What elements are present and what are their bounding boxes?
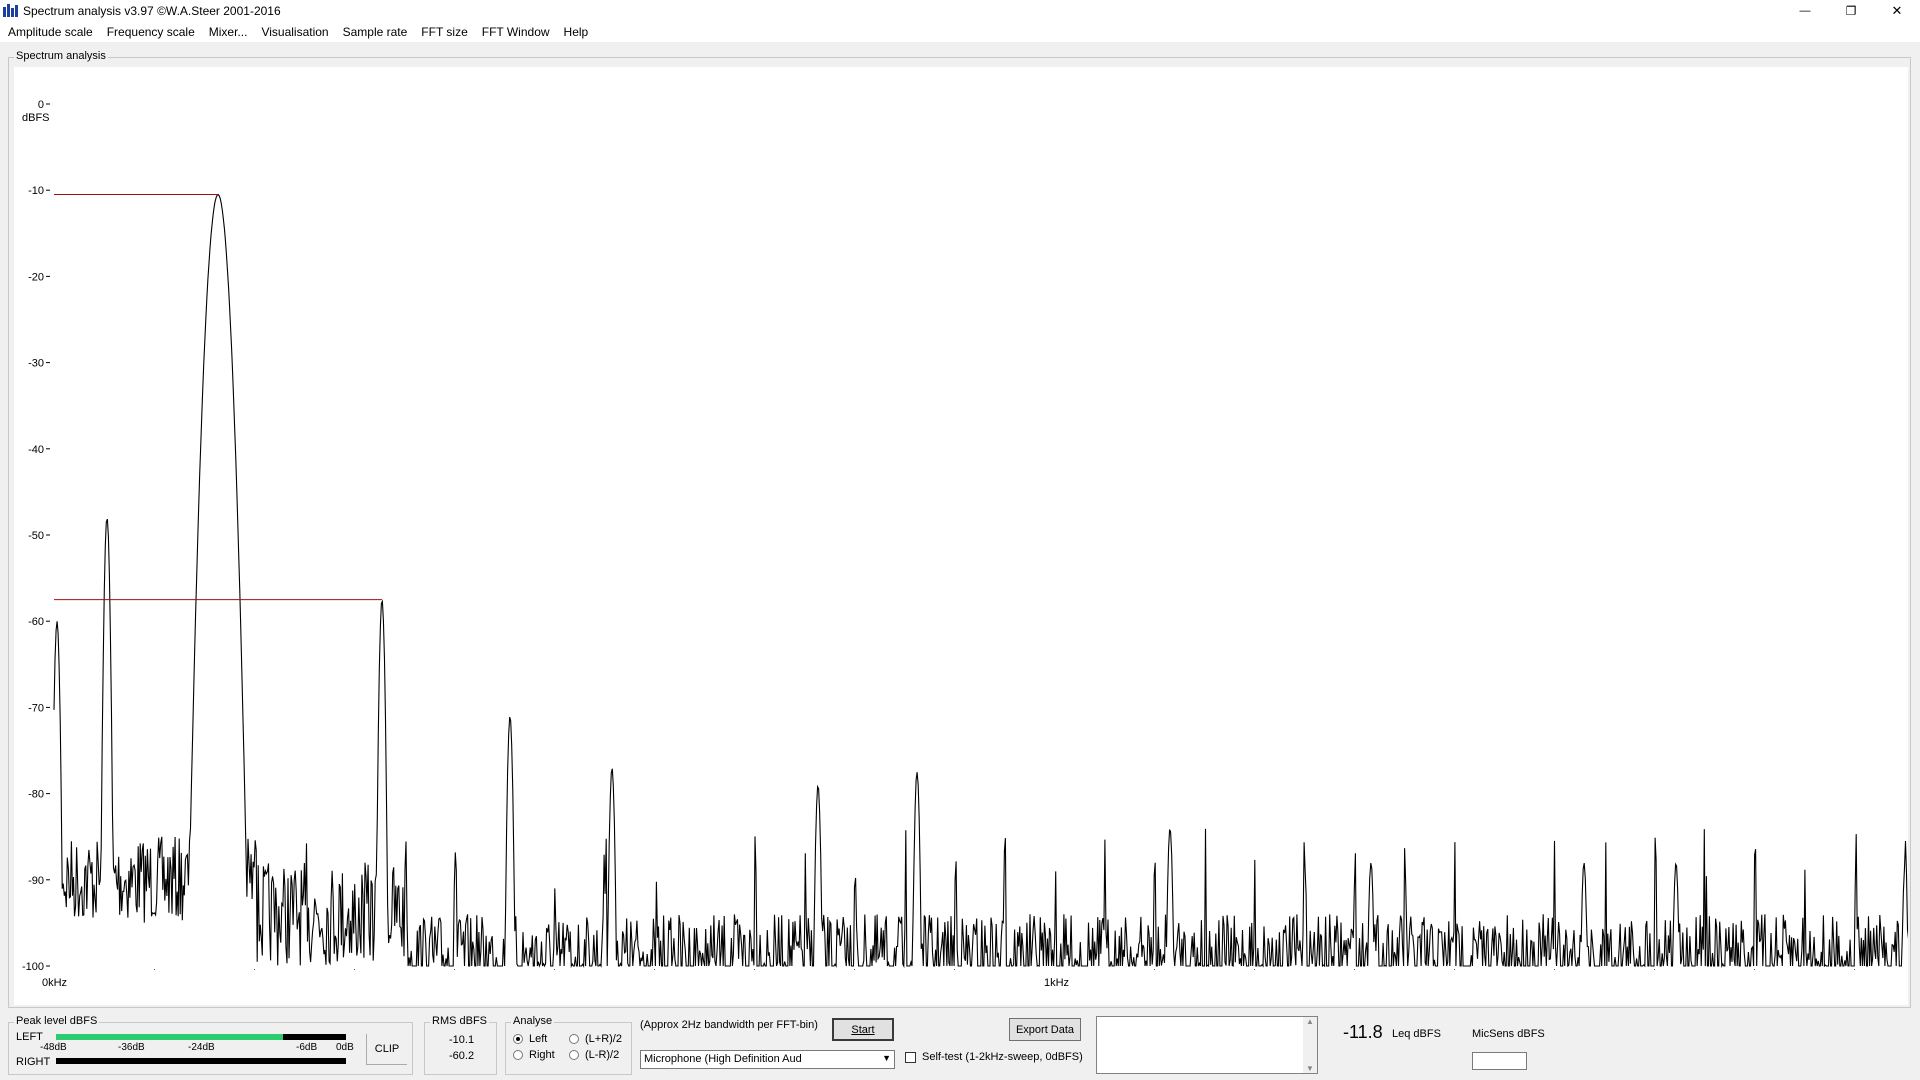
export-data-button[interactable]: Export Data (1009, 1018, 1081, 1041)
y-tick-label: -90 (28, 875, 44, 887)
left-channel-label: LEFT (16, 1031, 43, 1043)
menu-sample-rate[interactable]: Sample rate (336, 22, 415, 42)
menu-amplitude-scale[interactable]: Amplitude scale (1, 22, 100, 42)
rms-group: RMS dBFS (424, 1015, 497, 1075)
scale-36db: -36dB (118, 1042, 145, 1053)
radio-diff-label: (L-R)/2 (585, 1049, 620, 1061)
input-device-select[interactable]: Microphone (High Definition Aud ▼ (640, 1050, 895, 1069)
x-tick-mark (254, 969, 255, 970)
self-test-checkbox[interactable] (905, 1052, 916, 1063)
x-tick-mark (954, 969, 955, 970)
radio-left-label: Left (529, 1033, 548, 1045)
x-tick-mark (454, 969, 455, 970)
rms-left-value: -10.1 (449, 1034, 475, 1046)
spectrum-group-label: Spectrum analysis (14, 50, 108, 62)
scale-48db: -48dB (40, 1042, 67, 1053)
rms-label: RMS dBFS (430, 1015, 490, 1027)
menu-fft-window[interactable]: FFT Window (475, 22, 557, 42)
x-tick-mark (754, 969, 755, 970)
leq-label: Leq dBFS (1392, 1028, 1441, 1040)
menu-mixer[interactable]: Mixer... (202, 22, 255, 42)
radio-sum[interactable] (569, 1034, 579, 1044)
y-tick-label: -10 (28, 185, 44, 197)
y-tick-label: 0 (38, 99, 44, 111)
self-test-label: Self-test (1-2kHz-sweep, 0dBFS) (922, 1051, 1083, 1063)
scale-0db: 0dB (336, 1042, 354, 1053)
y-tick-label: -40 (28, 444, 44, 456)
spectrum-trace (53, 193, 1908, 969)
y-tick-label: -60 (28, 616, 44, 628)
maximize-button[interactable]: ❐ (1828, 0, 1874, 22)
window-title: Spectrum analysis v3.97 ©W.A.Steer 2001-… (23, 4, 281, 18)
clip-indicator: CLIP (366, 1034, 407, 1065)
y-tick-label: -50 (28, 530, 44, 542)
menu-visualisation[interactable]: Visualisation (254, 22, 335, 42)
menu-frequency-scale[interactable]: Frequency scale (100, 22, 202, 42)
scale-6db: -6dB (296, 1042, 318, 1053)
x-tick-mark (854, 969, 855, 970)
app-icon (3, 4, 18, 17)
y-tick-label: -100 (22, 961, 44, 973)
scroll-down-icon[interactable]: ▼ (1306, 1064, 1314, 1073)
rms-right-value: -60.2 (449, 1050, 475, 1062)
start-button[interactable]: Start (832, 1018, 894, 1041)
log-textbox[interactable]: ▲ ▼ (1096, 1016, 1318, 1074)
x-tick-mark (1154, 969, 1155, 970)
peak-level-label: Peak level dBFS (14, 1015, 100, 1027)
minimize-icon: — (1799, 5, 1811, 17)
x-tick-mark (154, 969, 155, 970)
menu-help[interactable]: Help (557, 22, 596, 42)
x-tick-mark (1254, 969, 1255, 970)
x-tick-mark (554, 969, 555, 970)
radio-diff[interactable] (569, 1050, 579, 1060)
analyse-label: Analyse (511, 1015, 555, 1027)
restore-icon: ❐ (1845, 4, 1857, 18)
y-tick-label: -70 (28, 702, 44, 714)
x-tick-mark (1654, 969, 1655, 970)
y-tick-label: -30 (28, 358, 44, 370)
y-tick-label: -80 (28, 789, 44, 801)
minimize-button[interactable]: — (1782, 0, 1828, 22)
right-meter (56, 1058, 346, 1064)
right-channel-label: RIGHT (16, 1056, 51, 1068)
x-tick-mark (354, 969, 355, 970)
start-button-label: Start (851, 1023, 875, 1036)
log-scrollbar[interactable]: ▲ ▼ (1303, 1017, 1317, 1073)
menu-bar: Amplitude scale Frequency scale Mixer...… (0, 22, 1920, 42)
title-bar: Spectrum analysis v3.97 ©W.A.Steer 2001-… (0, 0, 1920, 22)
x-tick-label: 0kHz (42, 977, 67, 989)
micsens-input[interactable] (1472, 1052, 1527, 1070)
x-tick-mark (1554, 969, 1555, 970)
menu-fft-size[interactable]: FFT size (414, 22, 474, 42)
scroll-up-icon[interactable]: ▲ (1306, 1017, 1314, 1026)
radio-left[interactable] (513, 1034, 523, 1044)
y-tick-label: -20 (28, 271, 44, 283)
x-tick-mark (654, 969, 655, 970)
left-meter (56, 1034, 346, 1040)
leq-value: -11.8 (1343, 1022, 1383, 1042)
radio-right[interactable] (513, 1050, 523, 1060)
x-tick-mark (1754, 969, 1755, 970)
scale-24db: -24dB (188, 1042, 215, 1053)
close-icon: ✕ (1891, 3, 1903, 18)
x-tick-mark (1354, 969, 1355, 970)
input-device-value: Microphone (High Definition Aud (644, 1053, 802, 1065)
radio-sum-label: (L+R)/2 (585, 1033, 622, 1045)
x-tick-label: 1kHz (1044, 977, 1069, 989)
micsens-label: MicSens dBFS (1472, 1028, 1545, 1040)
spectrum-chart: 0 -10 -20 -30 -40 -50 -60 -70 -80 -90 -100 dBFS 0kHz… (22, 99, 1908, 989)
export-data-label: Export Data (1015, 1023, 1075, 1036)
x-tick-mark (1854, 969, 1855, 970)
close-button[interactable]: ✕ (1874, 0, 1920, 22)
y-axis-unit: dBFS (22, 112, 50, 124)
chevron-down-icon: ▼ (882, 1053, 891, 1063)
x-tick-mark (1454, 969, 1455, 970)
radio-right-label: Right (529, 1049, 555, 1061)
left-meter-fill (56, 1034, 283, 1040)
clip-label: CLIP (374, 1043, 400, 1055)
bandwidth-note: (Approx 2Hz bandwidth per FFT-bin) (640, 1019, 818, 1031)
